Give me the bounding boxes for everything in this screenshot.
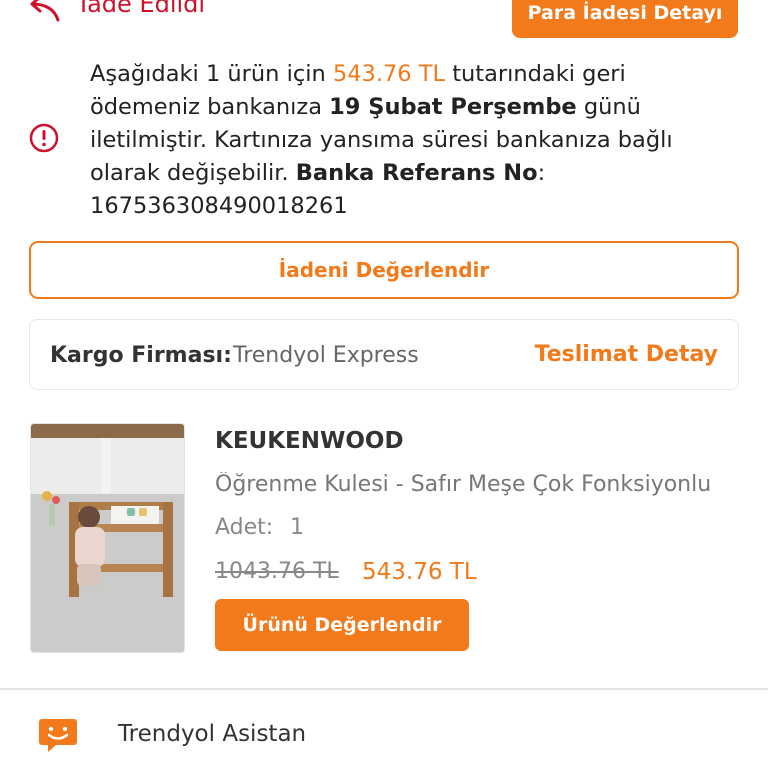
chat-assistant-icon[interactable] bbox=[38, 716, 78, 756]
refund-date: 19 Şubat Perşembe bbox=[329, 94, 577, 120]
quantity-value: 1 bbox=[290, 515, 304, 540]
quantity-label: Adet: bbox=[215, 515, 274, 540]
product-brand: KEUKENWOOD bbox=[215, 428, 404, 454]
delivery-detail-link[interactable]: Teslimat Detay bbox=[535, 342, 718, 367]
product-image[interactable] bbox=[30, 423, 185, 653]
bank-reference-label: Banka Referans No bbox=[295, 160, 538, 186]
info-icon bbox=[29, 123, 59, 153]
refund-info-text: Aşağıdaki 1 ürün için 543.76 TL tutarınd… bbox=[90, 58, 740, 223]
cargo-card: Kargo Firması: Trendyol Express Teslimat… bbox=[29, 319, 739, 390]
bank-reference-number: 167536308490018261 bbox=[90, 193, 348, 219]
refund-amount: 543.76 TL bbox=[332, 61, 446, 87]
info-text-part: Aşağıdaki 1 ürün için bbox=[90, 61, 333, 87]
status-text: İade Edildi bbox=[80, 0, 206, 18]
cargo-company: Trendyol Express bbox=[233, 343, 419, 368]
return-arrow-icon bbox=[30, 0, 60, 22]
review-product-button[interactable]: Ürünü Değerlendir bbox=[215, 599, 469, 651]
refund-detail-button[interactable]: Para İadesi Detayı bbox=[512, 0, 738, 38]
review-return-button[interactable]: İadeni Değerlendir bbox=[29, 241, 739, 299]
assistant-label[interactable]: Trendyol Asistan bbox=[118, 721, 306, 747]
divider bbox=[0, 688, 768, 690]
info-text-part: : bbox=[537, 160, 546, 186]
current-price: 543.76 TL bbox=[362, 559, 477, 585]
product-name[interactable]: Öğrenme Kulesi - Safır Meşe Çok Fonksiyo… bbox=[215, 472, 735, 497]
product-photo bbox=[31, 424, 184, 652]
cargo-label: Kargo Firması: bbox=[50, 343, 232, 368]
old-price: 1043.76 TL bbox=[215, 559, 339, 584]
